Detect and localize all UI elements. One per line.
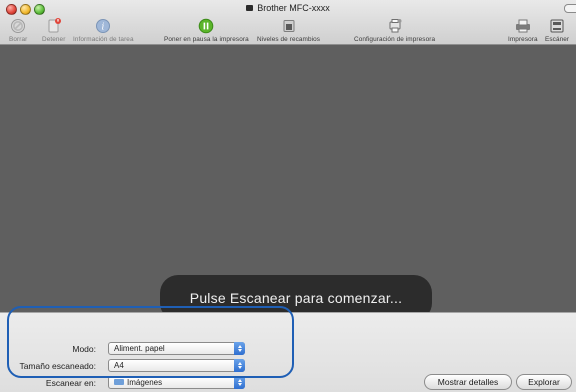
scanner-icon [548, 17, 566, 34]
printer-setup-button[interactable]: Configuración de impresora [354, 17, 435, 43]
printer-icon-large [514, 17, 532, 34]
toolbar-toggle-button[interactable] [564, 4, 576, 13]
scan-to-value: Imágenes [127, 378, 163, 387]
supply-levels-label: Niveles de recambios [257, 36, 321, 43]
svg-text:i: i [102, 22, 105, 32]
scan-to-label: Escanear en: [45, 378, 96, 388]
delete-label: Borrar [9, 36, 28, 43]
info-icon: i [94, 17, 112, 34]
scanner-tab[interactable]: Escáner [545, 17, 569, 43]
pause-printer-button[interactable]: Poner en pausa la impresora [164, 17, 249, 43]
scan-preview-area [0, 45, 576, 312]
window-title: Brother MFC-xxxx [0, 3, 576, 13]
ink-levels-icon [280, 17, 298, 34]
folder-icon [114, 379, 124, 385]
printer-tab[interactable]: Impresora [508, 17, 538, 43]
settings-highlight-outline [7, 306, 294, 378]
printer-setup-icon [386, 17, 404, 34]
delete-icon [9, 17, 27, 34]
job-info-button[interactable]: i Información de tarea [73, 17, 134, 43]
window-title-text: Brother MFC-xxxx [257, 3, 330, 13]
show-details-button[interactable]: Mostrar detalles [424, 374, 512, 390]
stop-label: Detener [42, 36, 66, 43]
title-toolbar: Brother MFC-xxxx Borrar Detener i Inform… [0, 0, 576, 45]
stop-button[interactable]: Detener [42, 17, 65, 43]
printer-tab-label: Impresora [508, 36, 538, 43]
stop-icon [45, 17, 63, 34]
scanner-window: Brother MFC-xxxx Borrar Detener i Inform… [0, 0, 576, 392]
printer-icon [246, 5, 254, 11]
job-info-label: Información de tarea [73, 36, 134, 43]
scan-button[interactable]: Explorar [516, 374, 572, 390]
pause-icon [197, 17, 215, 34]
printer-setup-label: Configuración de impresora [354, 36, 436, 43]
scanner-tab-label: Escáner [545, 36, 570, 43]
pause-printer-label: Poner en pausa la impresora [164, 36, 249, 43]
supply-levels-button[interactable]: Niveles de recambios [257, 17, 320, 43]
delete-button[interactable]: Borrar [9, 17, 27, 43]
